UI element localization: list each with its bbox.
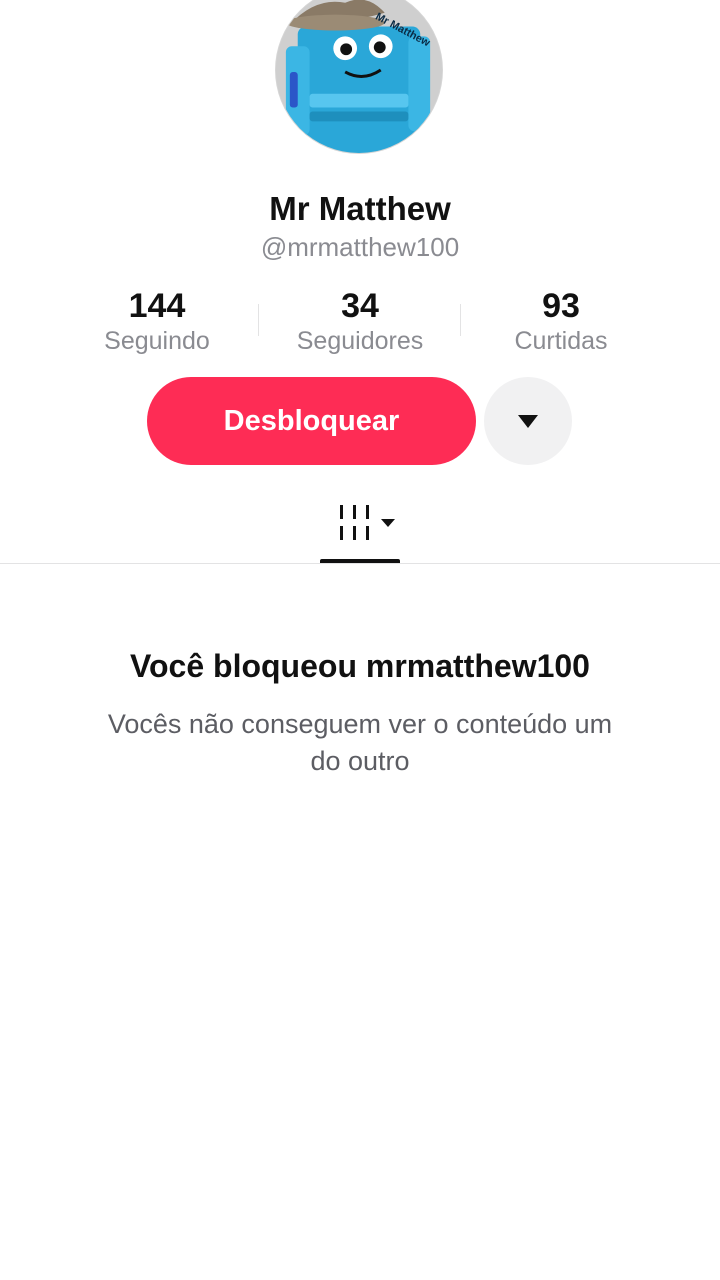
stat-followers[interactable]: 34 Seguidores: [260, 286, 460, 356]
stat-label: Seguindo: [104, 327, 210, 355]
stat-following[interactable]: 144 Seguindo: [57, 286, 257, 356]
username: @mrmatthew100: [260, 232, 460, 262]
stat-value: 93: [542, 287, 580, 325]
stat-likes[interactable]: 93 Curtidas: [461, 286, 661, 356]
grid-columns-icon: [340, 505, 369, 540]
profile-stats: 144 Seguindo 34 Seguidores 93 Curtidas: [0, 286, 720, 366]
display-name: Mr Matthew: [269, 190, 451, 227]
tabs-divider: [0, 563, 720, 564]
stat-value: 34: [341, 287, 379, 325]
tab-videos[interactable]: [320, 500, 400, 563]
profile-page: Mr Matthew Mr Matthew @mrmatthew100 144 …: [0, 0, 720, 1280]
blocked-description: Vocês não conseguem ver o conteúdo um do…: [107, 709, 613, 776]
stat-divider: [258, 304, 259, 336]
caret-down-icon: [518, 415, 538, 428]
unblock-button[interactable]: Desbloquear: [147, 377, 476, 465]
stat-label: Seguidores: [296, 327, 424, 355]
stat-label: Curtidas: [514, 327, 608, 355]
tab-dropdown-icon: [381, 519, 395, 527]
avatar[interactable]: Mr Matthew: [275, 0, 443, 154]
more-options-button[interactable]: [484, 377, 572, 465]
blocked-title: Você bloqueou mrmatthew100: [130, 648, 590, 684]
stat-value: 144: [128, 287, 186, 325]
